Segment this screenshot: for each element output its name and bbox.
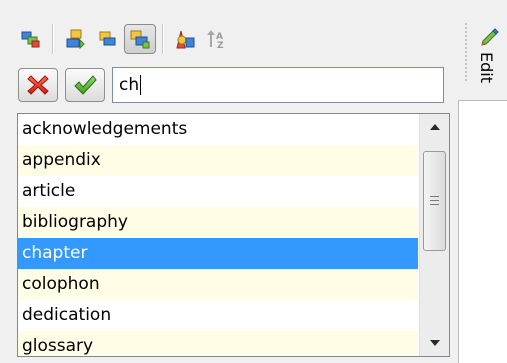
sort-button[interactable]: A Z [202, 24, 232, 54]
change-element-icon [176, 30, 195, 49]
svg-text:Z: Z [217, 41, 224, 51]
sort-icon: A Z [207, 30, 224, 51]
filter-input-value: ch [119, 75, 140, 95]
element-list-items: acknowledgements appendix article bibliogra… [18, 114, 418, 356]
cancel-button[interactable] [18, 68, 58, 102]
insert-element-icon [99, 31, 116, 46]
list-item[interactable]: article [18, 176, 418, 207]
filter-input[interactable]: ch [112, 67, 444, 103]
pencil-icon [481, 28, 499, 46]
list-item[interactable]: dedication [18, 300, 418, 331]
grip-line [430, 196, 439, 197]
element-replace-icon [21, 31, 40, 48]
insert-before-button[interactable] [60, 24, 90, 54]
tab-edit-label: Edit [477, 52, 496, 83]
grip-line [430, 200, 439, 201]
list-item[interactable]: glossary [18, 331, 418, 356]
append-child-icon [130, 30, 150, 49]
scroll-thumb[interactable] [423, 151, 446, 251]
element-list[interactable]: acknowledgements appendix article bibliogra… [17, 113, 450, 357]
list-item[interactable]: acknowledgements [18, 114, 418, 145]
element-replace-button[interactable] [16, 24, 46, 54]
toolbar: A Z [16, 20, 234, 58]
ok-button[interactable] [65, 68, 105, 102]
list-item[interactable]: chapter [18, 238, 418, 269]
element-chooser-panel: A Z ch acknowledgements appendix article… [0, 0, 507, 363]
arrow-up-icon [429, 124, 440, 130]
list-item[interactable]: appendix [18, 145, 418, 176]
text-caret [140, 75, 142, 95]
list-item[interactable]: bibliography [18, 207, 418, 238]
panel-grip [465, 22, 467, 82]
close-icon [27, 75, 49, 95]
insert-before-icon [66, 29, 85, 50]
toolbar-separator [52, 24, 54, 54]
insert-element-button[interactable] [92, 24, 122, 54]
scroll-up-button[interactable] [420, 114, 449, 140]
vertical-scrollbar[interactable] [419, 114, 449, 356]
tab-edit[interactable]: Edit [474, 22, 507, 100]
toolbar-separator [162, 24, 164, 54]
arrow-down-icon [429, 340, 440, 346]
scroll-down-button[interactable] [420, 330, 449, 356]
grip-line [430, 204, 439, 205]
side-panel-content [458, 100, 507, 363]
list-item[interactable]: colophon [18, 269, 418, 300]
filter-row: ch [18, 66, 444, 104]
check-icon [74, 75, 97, 95]
append-child-button[interactable] [124, 24, 156, 54]
change-element-button[interactable] [170, 24, 200, 54]
